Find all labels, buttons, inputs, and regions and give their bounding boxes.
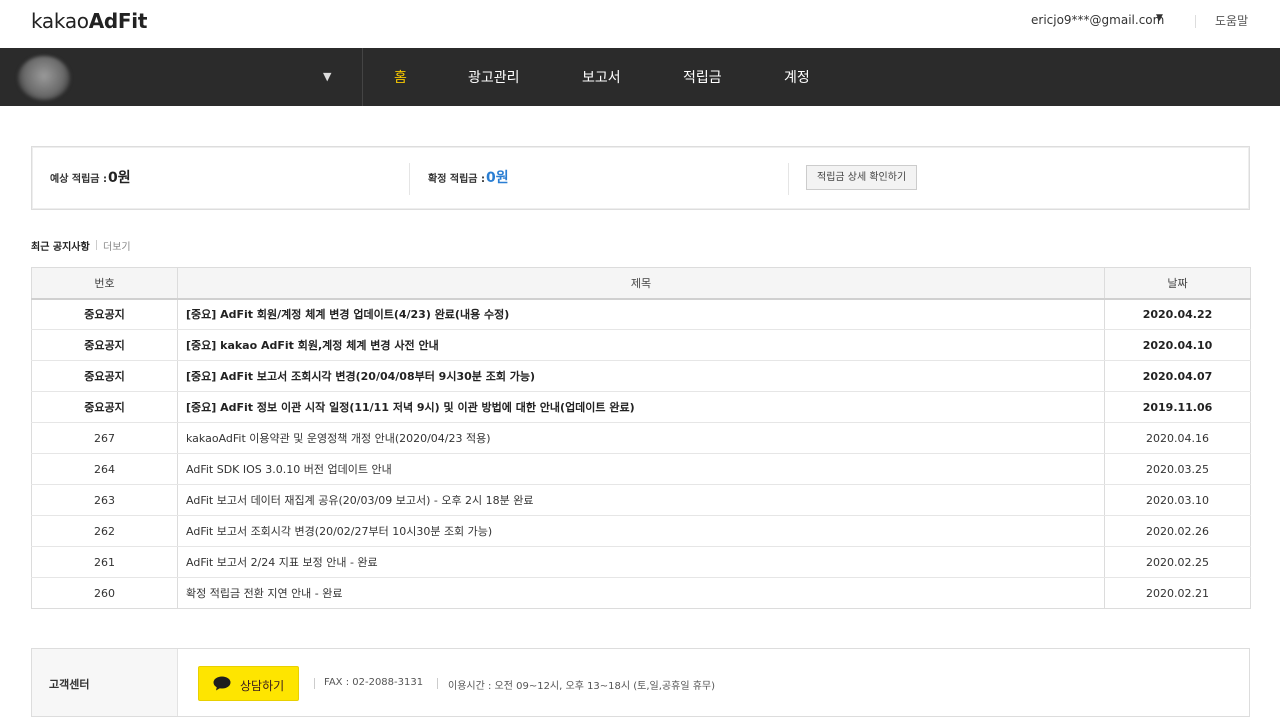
notice-title-link[interactable]: AdFit 보고서 데이터 재집계 공유(20/03/09 보고서) - 오후 … <box>177 484 1105 516</box>
table-row[interactable]: 261 AdFit 보고서 2/24 지표 보정 안내 - 완료 2020.02.2… <box>31 546 1251 578</box>
confirmed-earnings-label: 확정 적립금 : <box>428 174 485 185</box>
avatar[interactable] <box>18 56 70 100</box>
nav-item-account[interactable]: 계정 <box>784 67 810 87</box>
logo-text-adfit: AdFit <box>88 9 148 33</box>
notice-number: 263 <box>31 484 178 516</box>
earnings-divider <box>788 163 789 195</box>
table-row[interactable]: 260 확정 적립금 전환 지연 안내 - 완료 2020.02.21 <box>31 577 1251 609</box>
notice-number: 중요공지 <box>31 391 178 423</box>
notice-title-link[interactable]: kakaoAdFit 이용약관 및 운영정책 개정 안내(2020/04/23 … <box>177 422 1105 454</box>
customer-center: 고객센터 상담하기 FAX : 02-2088-3131 이용시간 : 오전 0… <box>31 648 1250 717</box>
notices-divider <box>96 240 97 250</box>
notice-date: 2020.04.07 <box>1104 360 1251 392</box>
consult-button[interactable]: 상담하기 <box>198 666 299 701</box>
service-hours: 이용시간 : 오전 09~12시, 오후 13~18시 (토,일,공휴일 휴무) <box>448 681 716 692</box>
customer-center-label-cell: 고객센터 <box>32 649 178 716</box>
site-select-caret-icon[interactable]: ▼ <box>323 70 331 83</box>
table-header-row: 번호 제목 날짜 <box>31 267 1251 300</box>
notice-number: 261 <box>31 546 178 578</box>
top-header: kakaoAdFit ericjo9***@gmail.com ▼ 도움말 <box>0 0 1280 48</box>
expected-earnings-label: 예상 적립금 : <box>50 174 107 185</box>
notice-title-link[interactable]: [중요] AdFit 정보 이관 시작 일정(11/11 저녁 9시) 및 이관… <box>177 391 1105 423</box>
column-header-title: 제목 <box>177 267 1105 300</box>
notice-title-link[interactable]: [중요] kakao AdFit 회원,계정 체계 변경 사전 안내 <box>177 329 1105 361</box>
notice-number: 267 <box>31 422 178 454</box>
notice-title-link[interactable]: 확정 적립금 전환 지연 안내 - 완료 <box>177 577 1105 609</box>
notices-title: 최근 공지사항 <box>31 242 90 253</box>
header-divider <box>1195 15 1196 28</box>
notice-date: 2020.03.25 <box>1104 453 1251 485</box>
kakao-adfit-logo[interactable]: kakaoAdFit <box>31 9 147 33</box>
column-header-number: 번호 <box>31 267 178 300</box>
notice-number: 중요공지 <box>31 298 178 330</box>
chat-bubble-icon <box>213 676 231 691</box>
table-row[interactable]: 263 AdFit 보고서 데이터 재집계 공유(20/03/09 보고서) - … <box>31 484 1251 516</box>
notice-title-link[interactable]: [중요] AdFit 보고서 조회시각 변경(20/04/08부터 9시30분 … <box>177 360 1105 392</box>
main-nav: ▼ 홈 광고관리 보고서 적립금 계정 <box>0 48 1280 106</box>
notice-number: 260 <box>31 577 178 609</box>
nav-item-home[interactable]: 홈 <box>394 67 407 87</box>
account-email[interactable]: ericjo9***@gmail.com <box>1031 13 1164 27</box>
notice-date: 2020.03.10 <box>1104 484 1251 516</box>
earnings-summary: 예상 적립금 : 0원 확정 적립금 : 0원 적립금 상세 확인하기 <box>31 146 1250 210</box>
table-row[interactable]: 262 AdFit 보고서 조회시각 변경(20/02/27부터 10시30분 조… <box>31 515 1251 547</box>
notice-date: 2020.02.26 <box>1104 515 1251 547</box>
table-row[interactable]: 267 kakaoAdFit 이용약관 및 운영정책 개정 안내(2020/04/… <box>31 422 1251 454</box>
notices-table-body: 중요공지 [중요] AdFit 회원/계정 체계 변경 업데이트(4/23) 완료… <box>31 298 1251 609</box>
notice-date: 2020.02.25 <box>1104 546 1251 578</box>
notice-date: 2020.04.10 <box>1104 329 1251 361</box>
notice-date: 2020.02.21 <box>1104 577 1251 609</box>
nav-item-earnings[interactable]: 적립금 <box>683 67 722 87</box>
notice-title-link[interactable]: AdFit 보고서 2/24 지표 보정 안내 - 완료 <box>177 546 1105 578</box>
confirmed-earnings-value: 0원 <box>486 170 509 186</box>
expected-earnings-value: 0원 <box>108 170 131 186</box>
fax-number: FAX : 02-2088-3131 <box>324 677 424 688</box>
nav-item-ad-management[interactable]: 광고관리 <box>468 67 520 87</box>
notice-date: 2019.11.06 <box>1104 391 1251 423</box>
earnings-divider <box>409 163 410 195</box>
table-row[interactable]: 264 AdFit SDK IOS 3.0.10 버전 업데이트 안내 2020.0… <box>31 453 1251 485</box>
footer-divider <box>437 678 438 689</box>
nav-item-reports[interactable]: 보고서 <box>582 67 621 87</box>
notice-number: 262 <box>31 515 178 547</box>
nav-divider <box>362 48 363 106</box>
earnings-detail-button[interactable]: 적립금 상세 확인하기 <box>806 165 918 190</box>
notices-more-link[interactable]: 더보기 <box>103 238 131 253</box>
notice-number: 중요공지 <box>31 360 178 392</box>
help-link[interactable]: 도움말 <box>1215 12 1248 29</box>
notice-number: 중요공지 <box>31 329 178 361</box>
logo-text-kakao: kakao <box>31 9 89 33</box>
column-header-date: 날짜 <box>1104 267 1251 300</box>
notice-title-link[interactable]: AdFit SDK IOS 3.0.10 버전 업데이트 안내 <box>177 453 1105 485</box>
notice-date: 2020.04.22 <box>1104 298 1251 330</box>
account-dropdown-icon[interactable]: ▼ <box>1156 13 1163 23</box>
notice-number: 264 <box>31 453 178 485</box>
customer-center-label: 고객센터 <box>49 678 90 691</box>
consult-button-label: 상담하기 <box>240 679 285 693</box>
table-row[interactable]: 중요공지 [중요] AdFit 정보 이관 시작 일정(11/11 저녁 9시) … <box>31 391 1251 423</box>
notice-title-link[interactable]: [중요] AdFit 회원/계정 체계 변경 업데이트(4/23) 완료(내용 … <box>177 298 1105 330</box>
table-row[interactable]: 중요공지 [중요] kakao AdFit 회원,계정 체계 변경 사전 안내 20… <box>31 329 1251 361</box>
notice-date: 2020.04.16 <box>1104 422 1251 454</box>
table-row[interactable]: 중요공지 [중요] AdFit 회원/계정 체계 변경 업데이트(4/23) 완료… <box>31 298 1251 330</box>
table-row[interactable]: 중요공지 [중요] AdFit 보고서 조회시각 변경(20/04/08부터 9시… <box>31 360 1251 392</box>
notices-table: 번호 제목 날짜 중요공지 [중요] AdFit 회원/계정 체계 변경 업데이트… <box>31 267 1251 609</box>
footer-divider <box>314 678 315 689</box>
notice-title-link[interactable]: AdFit 보고서 조회시각 변경(20/02/27부터 10시30분 조회 가… <box>177 515 1105 547</box>
